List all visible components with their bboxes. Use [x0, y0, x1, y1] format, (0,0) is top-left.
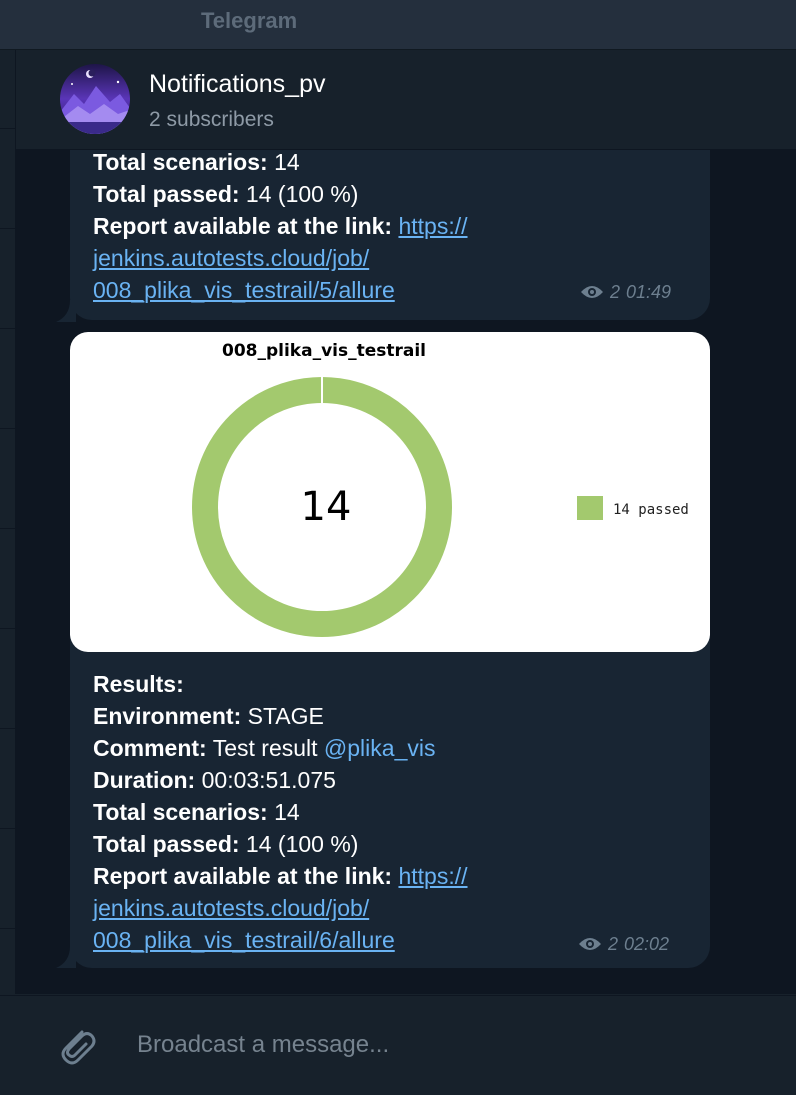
divider [0, 328, 15, 329]
divider [0, 928, 15, 929]
avatar[interactable] [60, 64, 130, 134]
value: 14 (100 %) [239, 831, 359, 857]
label: Duration: [93, 767, 196, 793]
divider [0, 128, 15, 129]
donut-chart: 008_plika_vis_testrail 14 14 passed [192, 341, 689, 637]
chart-center-label: 14 [301, 484, 352, 530]
legend-swatch [577, 496, 603, 520]
value: STAGE [241, 703, 324, 729]
message-area[interactable]: Total scenarios: 14 Total passed: 14 (10… [16, 150, 796, 994]
report-link[interactable]: 008_plika_vis_testrail/6/allure [93, 927, 395, 953]
divider [0, 628, 15, 629]
chart-title: 008_plika_vis_testrail [222, 341, 426, 361]
label: Report available at the link: [93, 863, 399, 889]
paperclip-icon[interactable] [52, 1022, 100, 1070]
channel-name[interactable]: Notifications_pv [149, 70, 325, 99]
message-text: Total scenarios: 14 Total passed: 14 (10… [93, 150, 468, 306]
results-label: Results: [93, 671, 184, 697]
label: Environment: [93, 703, 242, 729]
value: 14 (100 %) [239, 181, 359, 207]
label: Report available at the link: [93, 213, 399, 239]
bubble-tail [56, 946, 76, 968]
legend-label: 14 passed [613, 502, 689, 518]
value: 14 [267, 799, 300, 825]
composer-bar: Broadcast a message... [0, 995, 796, 1095]
value: 00:03:51.075 [195, 767, 336, 793]
report-link[interactable]: https:// [398, 863, 467, 889]
label: Total scenarios: [93, 799, 268, 825]
user-mention[interactable]: @plika_vis [324, 735, 436, 761]
message-meta: 2 02:02 [578, 928, 669, 960]
divider [0, 428, 15, 429]
bubble-tail [56, 300, 76, 322]
label: Total passed: [93, 831, 240, 857]
report-link[interactable]: https:// [398, 213, 467, 239]
view-count: 2 [608, 934, 619, 954]
chat-list-strip[interactable] [0, 50, 16, 994]
message-bubble[interactable]: Total scenarios: 14 Total passed: 14 (10… [70, 150, 710, 320]
report-link[interactable]: 008_plika_vis_testrail/5/allure [93, 277, 395, 303]
divider [0, 528, 15, 529]
message-meta: 2 01:49 [580, 276, 671, 308]
window-title: Telegram [201, 8, 298, 33]
channel-header[interactable]: Notifications_pv 2 subscribers [16, 50, 796, 150]
message-input[interactable]: Broadcast a message... [137, 1031, 389, 1059]
value: Test result [206, 735, 324, 761]
subscriber-count: 2 subscribers [149, 108, 274, 131]
message-text: Results: Environment: STAGE Comment: Tes… [93, 668, 468, 956]
message-time: 01:49 [626, 282, 672, 302]
views-eye-icon [579, 938, 601, 950]
divider [0, 228, 15, 229]
report-link[interactable]: jenkins.autotests.cloud/job/ [93, 245, 369, 271]
label: Total passed: [93, 181, 240, 207]
views-eye-icon [581, 286, 603, 298]
report-link[interactable]: jenkins.autotests.cloud/job/ [93, 895, 369, 921]
label: Comment: [93, 735, 207, 761]
message-time: 02:02 [624, 934, 670, 954]
window-titlebar: Telegram [0, 0, 796, 50]
divider [0, 728, 15, 729]
label: Total scenarios: [93, 150, 268, 175]
view-count: 2 [610, 282, 621, 302]
chart-image[interactable]: 008_plika_vis_testrail 14 14 passed [70, 332, 710, 652]
value: 14 [267, 150, 300, 175]
divider [0, 828, 15, 829]
